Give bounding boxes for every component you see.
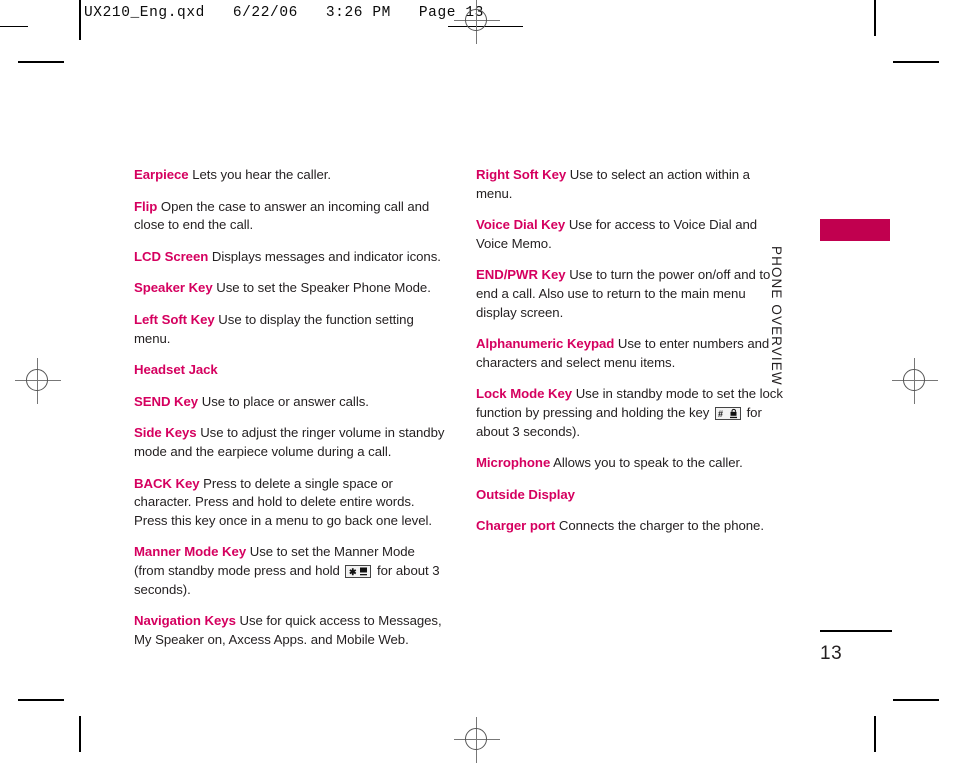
glossary-description: Use to set the Speaker Phone Mode. [212, 280, 431, 296]
registration-circle [465, 9, 487, 31]
glossary-entry: Right Soft Key Use to select an action w… [476, 166, 788, 203]
crop-mark-top-left-h [18, 61, 64, 63]
glossary-term: Headset Jack [134, 362, 218, 378]
glossary-term: Flip [134, 198, 158, 214]
file-slug: UX210_Eng.qxd 6/22/06 3:26 PM Page 13 [84, 5, 484, 21]
glossary-entry: Voice Dial Key Use for access to Voice D… [476, 216, 788, 253]
glossary-term: Microphone [476, 455, 551, 471]
glossary-term: Charger port [476, 518, 556, 534]
glossary-entry: Left Soft Key Use to display the functio… [134, 311, 446, 348]
glossary-term: Speaker Key [134, 280, 213, 296]
glossary-term: Left Soft Key [134, 311, 215, 327]
svg-text:✱: ✱ [349, 567, 357, 577]
registration-mark-left [15, 358, 61, 404]
glossary-entry: Side Keys Use to adjust the ringer volum… [134, 424, 446, 461]
glossary-term: Outside Display [476, 486, 575, 502]
folio-rule [820, 630, 892, 632]
glossary-description: Open the case to answer an incoming call… [134, 198, 430, 233]
registration-mark-bottom [454, 717, 500, 763]
registration-circle [26, 369, 48, 391]
svg-text:#: # [718, 409, 723, 419]
glossary-term: LCD Screen [134, 248, 209, 264]
section-tab-label: PHONE OVERVIEW [769, 246, 784, 386]
hash-lock-key-icon: # [714, 406, 741, 420]
glossary-entry: Alphanumeric Keypad Use to enter numbers… [476, 335, 788, 372]
registration-circle [465, 728, 487, 750]
glossary-entry: Navigation Keys Use for quick access to … [134, 612, 446, 649]
glossary-entry: LCD Screen Displays messages and indicat… [134, 248, 446, 267]
star-manner-key-icon: ✱ [345, 564, 372, 578]
glossary-term: END/PWR Key [476, 267, 566, 283]
glossary-description: Lets you hear the caller. [188, 167, 331, 182]
manual-page: UX210_Eng.qxd 6/22/06 3:26 PM Page 13 Ea… [0, 0, 954, 764]
registration-mark-top [454, 0, 500, 44]
left-text-column: Earpiece Lets you hear the caller. Flip O… [134, 166, 446, 649]
glossary-description: Displays messages and indicator icons. [208, 248, 441, 264]
glossary-term: Manner Mode Key [134, 544, 247, 560]
glossary-term: Voice Dial Key [476, 217, 566, 233]
registration-circle [903, 369, 925, 391]
crop-mark-top-right-v [874, 0, 876, 36]
glossary-entry: Outside Display [476, 486, 788, 505]
glossary-entry: Speaker Key Use to set the Speaker Phone… [134, 279, 446, 298]
glossary-entry: Headset Jack [134, 361, 446, 380]
glossary-term: Navigation Keys [134, 613, 236, 629]
glossary-term: Side Keys [134, 425, 197, 441]
header-horizontal-rule-left [0, 26, 28, 27]
glossary-entry: Charger port Connects the charger to the… [476, 517, 788, 536]
section-tab-bar [820, 219, 890, 241]
glossary-entry: Lock Mode Key Use in standby mode to set… [476, 385, 788, 441]
crop-mark-top-left-v [79, 0, 81, 36]
glossary-entry: Flip Open the case to answer an incoming… [134, 198, 446, 235]
glossary-entry: Manner Mode Key Use to set the Manner Mo… [134, 543, 446, 599]
glossary-term: SEND Key [134, 393, 199, 409]
glossary-term: BACK Key [134, 475, 200, 491]
glossary-entry: Earpiece Lets you hear the caller. [134, 166, 446, 185]
glossary-term: Right Soft Key [476, 167, 567, 182]
registration-mark-right [892, 358, 938, 404]
crop-mark-bottom-left-v [79, 716, 81, 752]
glossary-term: Lock Mode Key [476, 386, 573, 402]
crop-mark-top-right-h [893, 61, 939, 63]
page-number: 13 [820, 643, 843, 664]
glossary-entry: SEND Key Use to place or answer calls. [134, 393, 446, 412]
crop-mark-bottom-right-v [874, 716, 876, 752]
glossary-entry: BACK Key Press to delete a single space … [134, 475, 446, 531]
crop-mark-bottom-right-h [893, 699, 939, 701]
glossary-entry: Microphone Allows you to speak to the ca… [476, 454, 788, 473]
glossary-description: Connects the charger to the phone. [555, 518, 764, 534]
glossary-term: Alphanumeric Keypad [476, 336, 615, 352]
glossary-description: Allows you to speak to the caller. [550, 455, 743, 471]
glossary-term: Earpiece [134, 167, 189, 182]
glossary-entry: END/PWR Key Use to turn the power on/off… [476, 266, 788, 322]
crop-mark-bottom-left-h [18, 699, 64, 701]
right-text-column: Right Soft Key Use to select an action w… [476, 166, 788, 536]
glossary-description: Use to place or answer calls. [198, 393, 369, 409]
